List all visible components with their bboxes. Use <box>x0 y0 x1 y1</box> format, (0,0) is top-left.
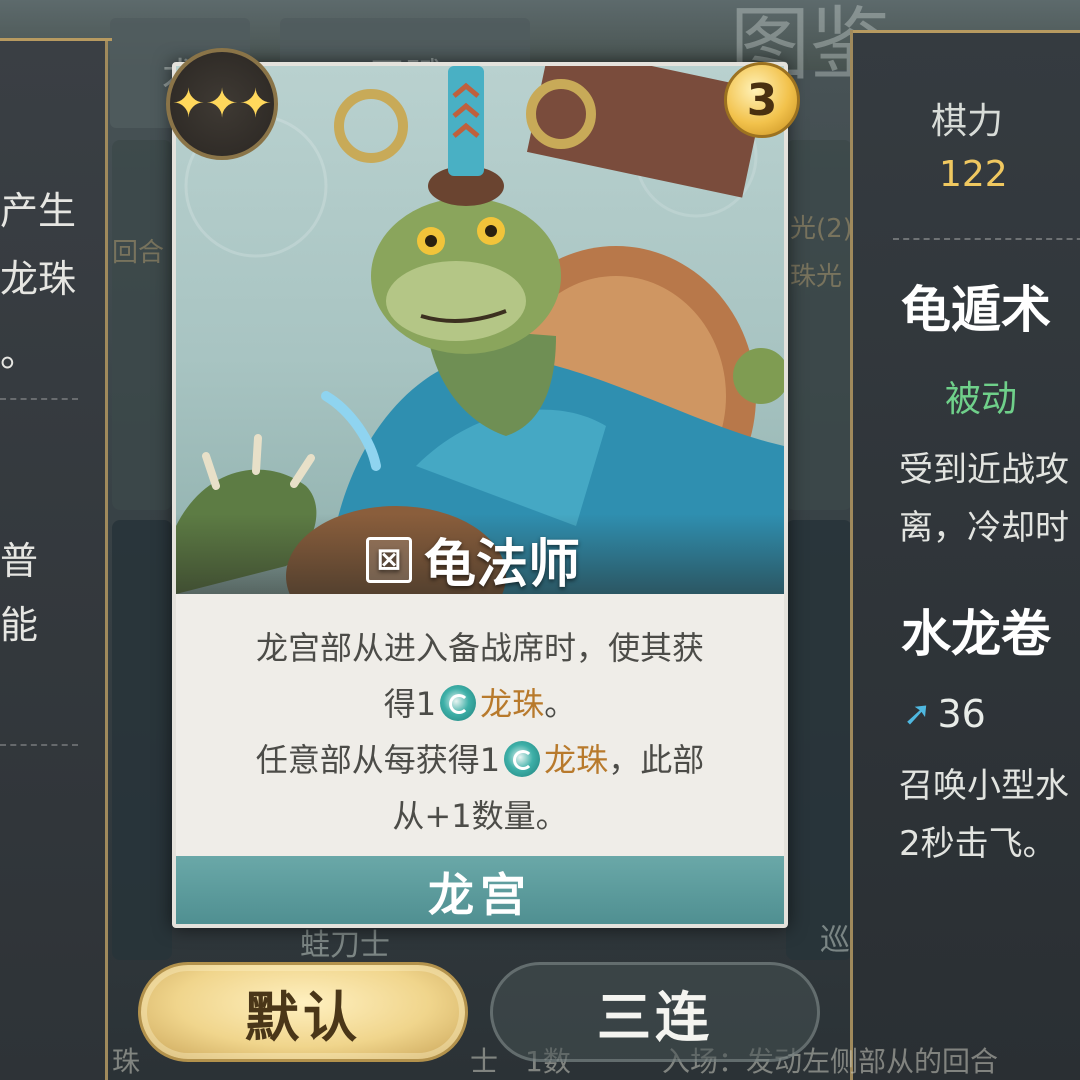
desc-text: 任意部从每获得1 <box>255 741 501 779</box>
mage-class-icon: ⊠ <box>366 536 412 583</box>
left-text-line: 产生 <box>0 189 77 233</box>
panel-frame <box>0 38 112 52</box>
left-text-line: 龙珠 <box>0 257 77 301</box>
desc-line: 从+1数量。 <box>392 797 568 835</box>
bg-snippet: 士 <box>470 1045 499 1078</box>
power-value: 122 <box>939 154 1008 195</box>
desc-text: ，此部 <box>608 741 705 779</box>
skill-description: 召唤小型水 <box>899 766 1069 806</box>
divider <box>893 238 1080 240</box>
left-text-line: 。 <box>0 331 39 375</box>
bg-unit-portrait[interactable] <box>786 520 852 960</box>
keyword-dragon-pearl[interactable]: 龙珠 <box>544 741 608 779</box>
card-title: ⊠ 龟法师 <box>366 522 580 597</box>
desc-text: 得1 <box>383 685 437 723</box>
divider <box>0 398 78 400</box>
power-label: 棋力 <box>931 101 1004 142</box>
unit-name: 龟法师 <box>424 535 581 595</box>
divider <box>0 744 78 746</box>
mana-value: 36 <box>937 692 986 736</box>
mana-arrow-icon: ➚ <box>903 694 932 734</box>
bg-unit-portrait[interactable] <box>112 520 172 960</box>
left-text-line: 普 <box>0 539 39 583</box>
bg-card-slot <box>112 140 172 510</box>
skill-name: 龟遁术 <box>901 281 1051 339</box>
bg-snippet: 珠 <box>112 1045 141 1078</box>
bg-card-slot <box>786 140 852 510</box>
skill-type: 被动 <box>945 379 1018 420</box>
triple-button[interactable]: 三连 <box>490 962 820 1062</box>
skill-name: 水龙卷 <box>901 605 1051 663</box>
bg-snippet: 珠光 <box>790 262 843 292</box>
desc-line: 任意部从每获得1 龙珠，此部 <box>196 732 764 788</box>
skill-description: 2秒击飞。 <box>899 824 1057 864</box>
stars-icon: ✦✦✦ <box>171 81 273 127</box>
default-sort-button[interactable]: 默认 <box>138 962 468 1062</box>
desc-line: 得1 龙珠。 <box>196 676 764 732</box>
skill-description: 离，冷却时 <box>899 508 1069 548</box>
star-rating-badge: ✦✦✦ <box>166 48 278 160</box>
unit-card[interactable]: ⊠ 龟法师 龙宫部从进入备战席时，使其获 得1 龙珠。 任意部从每获得1 龙珠，此部… <box>172 62 788 928</box>
skill-description: 受到近战攻 <box>899 450 1069 490</box>
right-info-panel: 棋力 122 龟遁术 被动 受到近战攻 离，冷却时 水龙卷 ➚ 36 召唤小型水… <box>850 30 1080 1080</box>
desc-line: 龙宫部从进入备战席时，使其获 <box>255 629 704 667</box>
dragon-pearl-icon <box>504 741 541 777</box>
skill-mana: ➚ 36 <box>903 692 986 736</box>
keyword-dragon-pearl[interactable]: 龙珠 <box>480 685 544 723</box>
faction-label: 龙宫 <box>176 856 784 924</box>
card-description: 龙宫部从进入备战席时，使其获 得1 龙珠。 任意部从每获得1 龙珠，此部 从+1数量… <box>176 594 784 856</box>
panel-frame <box>853 30 1080 44</box>
dragon-pearl-icon <box>440 685 477 721</box>
bg-snippet: 回合 <box>112 238 165 268</box>
desc-text: 。 <box>544 685 577 723</box>
cost-badge: 3 <box>724 62 800 138</box>
left-text-line: 能 <box>0 603 39 647</box>
left-info-panel: 产生 龙珠 。 普 能 <box>0 38 112 1080</box>
bg-snippet: 光(2) <box>790 214 853 244</box>
